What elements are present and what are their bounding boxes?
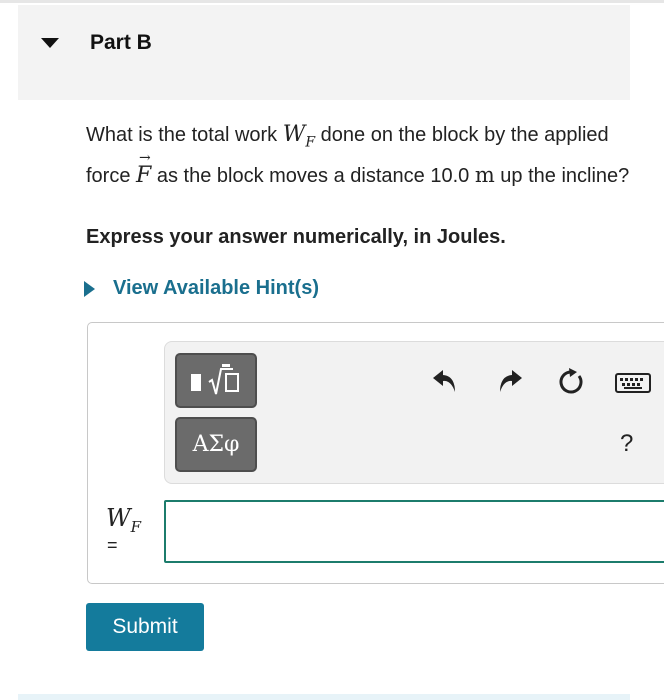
templates-icon (191, 363, 239, 394)
answer-variable-label: WF (106, 504, 142, 536)
question-text-1: What is the total work (86, 124, 283, 146)
collapse-triangle-icon[interactable] (41, 38, 59, 48)
redo-icon[interactable] (495, 366, 525, 396)
reset-icon[interactable] (555, 366, 587, 398)
force-vector-symbol: F (136, 142, 151, 192)
next-section-strip (18, 694, 630, 700)
top-divider (0, 0, 664, 3)
hint-label: View Available Hint(s) (113, 277, 319, 299)
submit-button[interactable]: Submit (86, 603, 204, 651)
part-title: Part B (90, 31, 152, 54)
greek-symbols-button[interactable]: ΑΣφ (175, 417, 257, 472)
expand-arrow-icon (84, 280, 95, 297)
keyboard-icon[interactable] (614, 372, 652, 394)
question-text: What is the total work WF done on the bl… (86, 118, 636, 193)
help-button[interactable]: ? (620, 430, 633, 458)
work-symbol: WF (282, 122, 316, 151)
distance-unit: m (474, 163, 495, 188)
question-text-4: up the incline? (494, 165, 630, 188)
equals-sign: = (107, 535, 118, 555)
undo-icon[interactable] (430, 366, 460, 396)
templates-button[interactable] (175, 353, 257, 408)
view-hints-link[interactable]: View Available Hint(s) (84, 277, 319, 300)
question-text-3: as the block moves a distance 10.0 (151, 165, 475, 188)
answer-input[interactable] (164, 500, 664, 563)
answer-instruction: Express your answer numerically, in Joul… (86, 226, 506, 248)
